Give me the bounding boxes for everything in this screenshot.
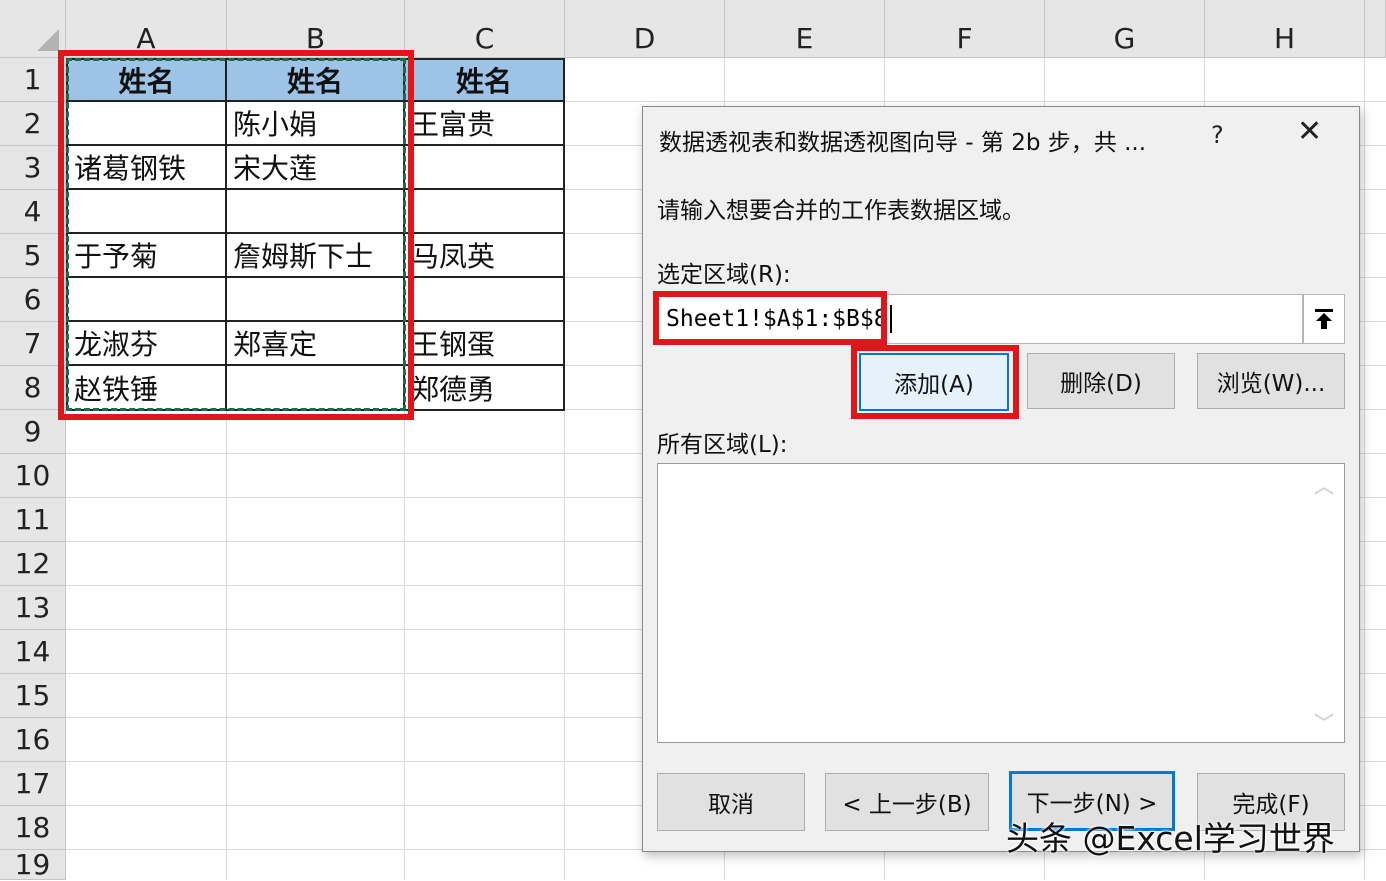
gridline (1364, 58, 1365, 880)
add-button[interactable]: 添加(A) (859, 353, 1009, 411)
dialog-prompt: 请输入想要合并的工作表数据区域。 (657, 198, 1025, 224)
column-header-b[interactable]: B (227, 0, 405, 58)
cell-a7[interactable]: 龙淑芬 (66, 322, 227, 366)
scroll-down-icon[interactable]: ﹀ (1314, 707, 1334, 736)
cell-a2[interactable] (66, 102, 227, 146)
cell-a5[interactable]: 于予菊 (66, 234, 227, 278)
pivot-wizard-dialog: 数据透视表和数据透视图向导 - 第 2b 步，共 ... ? ✕ 请输入想要合并… (642, 106, 1360, 852)
browse-button[interactable]: 浏览(W)... (1197, 353, 1345, 409)
column-header-d[interactable]: D (565, 0, 725, 58)
row-header-7[interactable]: 7 (0, 322, 66, 366)
row-header-2[interactable]: 2 (0, 102, 66, 146)
column-header-f[interactable]: F (885, 0, 1045, 58)
range-label: 选定区域(R): (657, 262, 791, 288)
row-header-11[interactable]: 11 (0, 498, 66, 542)
dialog-title: 数据透视表和数据透视图向导 - 第 2b 步，共 ... (659, 130, 1147, 156)
row-header-9[interactable]: 9 (0, 410, 66, 454)
row-header-14[interactable]: 14 (0, 630, 66, 674)
row-header-13[interactable]: 13 (0, 586, 66, 630)
cell-b5[interactable]: 詹姆斯下士 (227, 234, 405, 278)
cell-a8[interactable]: 赵铁锤 (66, 366, 227, 411)
row-header-10[interactable]: 10 (0, 454, 66, 498)
cell-b2[interactable]: 陈小娟 (227, 102, 405, 146)
row-header-5[interactable]: 5 (0, 234, 66, 278)
cancel-button[interactable]: 取消 (657, 773, 805, 831)
cell-c3[interactable] (405, 146, 565, 190)
row-header-3[interactable]: 3 (0, 146, 66, 190)
row-header-6[interactable]: 6 (0, 278, 66, 322)
upload-arrow-icon (1315, 309, 1333, 329)
column-header-e[interactable]: E (725, 0, 885, 58)
text-caret (889, 305, 892, 333)
range-value: Sheet1!$A$1:$B$8 (666, 306, 888, 332)
row-header-8[interactable]: 8 (0, 366, 66, 410)
column-header-h[interactable]: H (1205, 0, 1365, 58)
column-header-c[interactable]: C (405, 0, 565, 58)
column-header-a[interactable]: A (66, 0, 227, 58)
all-ranges-list[interactable]: ︿ ﹀ (657, 463, 1345, 743)
row-header-16[interactable]: 16 (0, 718, 66, 762)
row-header-19[interactable]: 19 (0, 848, 66, 881)
cell-c4[interactable] (405, 190, 565, 234)
cell-c7[interactable]: 王钢蛋 (405, 322, 565, 366)
row-header-4[interactable]: 4 (0, 190, 66, 234)
select-all-corner[interactable] (0, 0, 66, 58)
row-header-17[interactable]: 17 (0, 762, 66, 806)
cell-a6[interactable] (66, 278, 227, 322)
cell-b7[interactable]: 郑喜定 (227, 322, 405, 366)
help-button[interactable]: ? (1211, 121, 1224, 149)
all-ranges-label: 所有区域(L): (657, 432, 788, 458)
cell-a4[interactable] (66, 190, 227, 234)
cell-c1[interactable]: 姓名 (405, 58, 565, 102)
cell-b6[interactable] (227, 278, 405, 322)
cell-c2[interactable]: 王富贵 (405, 102, 565, 146)
cell-c5[interactable]: 马凤英 (405, 234, 565, 278)
cell-c8[interactable]: 郑德勇 (405, 366, 565, 411)
back-button[interactable]: < 上一步(B) (825, 773, 989, 831)
scroll-up-icon[interactable]: ︿ (1314, 470, 1334, 499)
close-icon[interactable]: ✕ (1297, 117, 1322, 147)
cell-b4[interactable] (227, 190, 405, 234)
watermark: 头条 @Excel学习世界 (1006, 819, 1335, 858)
column-header-g[interactable]: G (1045, 0, 1205, 58)
cell-b8[interactable] (227, 366, 405, 411)
cell-b3[interactable]: 宋大莲 (227, 146, 405, 190)
delete-button[interactable]: 删除(D) (1027, 353, 1175, 409)
collapse-dialog-button[interactable] (1303, 294, 1345, 344)
row-header-1[interactable]: 1 (0, 58, 66, 102)
row-header-18[interactable]: 18 (0, 806, 66, 850)
column-header-next[interactable] (1365, 0, 1386, 58)
range-input[interactable]: Sheet1!$A$1:$B$8 (657, 294, 1303, 344)
cell-c6[interactable] (405, 278, 565, 322)
row-header-15[interactable]: 15 (0, 674, 66, 718)
cell-a3[interactable]: 诸葛钢铁 (66, 146, 227, 190)
row-header-12[interactable]: 12 (0, 542, 66, 586)
cell-b1[interactable]: 姓名 (227, 58, 405, 102)
cell-a1[interactable]: 姓名 (66, 58, 227, 102)
